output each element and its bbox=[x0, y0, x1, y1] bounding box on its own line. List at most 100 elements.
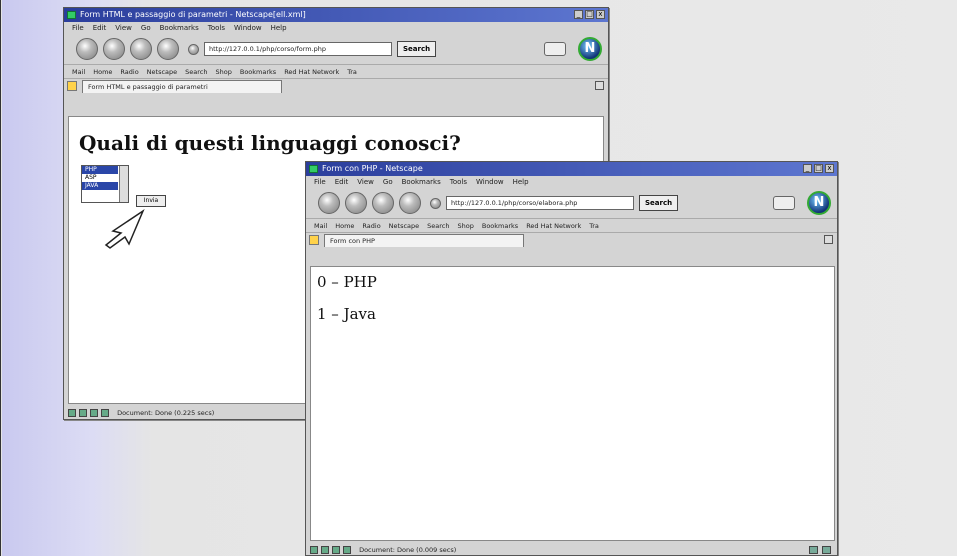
menu-go[interactable]: Go bbox=[383, 176, 393, 188]
menu-tools[interactable]: Tools bbox=[208, 22, 225, 34]
bookmark-home[interactable]: Home bbox=[93, 65, 112, 78]
bookmark-redhat[interactable]: Red Hat Network bbox=[526, 219, 581, 232]
language-listbox[interactable]: PHP ASP JAVA bbox=[81, 165, 129, 203]
bookmark-redhat[interactable]: Red Hat Network bbox=[284, 65, 339, 78]
window-title: Form con PHP - Netscape bbox=[322, 164, 423, 173]
bookmark-tra[interactable]: Tra bbox=[589, 219, 599, 232]
menu-bar: File Edit View Go Bookmarks Tools Window… bbox=[306, 176, 837, 188]
print-icon[interactable] bbox=[544, 42, 566, 56]
navigator-icon[interactable] bbox=[68, 409, 76, 417]
listbox-option-php[interactable]: PHP bbox=[82, 166, 118, 174]
back-icon[interactable] bbox=[318, 192, 340, 214]
menu-go[interactable]: Go bbox=[141, 22, 151, 34]
url-go-icon[interactable] bbox=[430, 197, 441, 209]
bookmark-bookmarks[interactable]: Bookmarks bbox=[240, 65, 276, 78]
bookmark-netscape[interactable]: Netscape bbox=[147, 65, 177, 78]
navigator-icon[interactable] bbox=[310, 546, 318, 554]
url-input[interactable]: http://127.0.0.1/php/corso/elabora.php bbox=[446, 196, 634, 210]
status-icons bbox=[68, 409, 109, 417]
mail-icon[interactable] bbox=[321, 546, 329, 554]
menu-view[interactable]: View bbox=[357, 176, 374, 188]
menu-file[interactable]: File bbox=[72, 22, 84, 34]
window-titlebar[interactable]: Form con PHP - Netscape _ □ x bbox=[306, 162, 837, 176]
minimize-icon[interactable]: _ bbox=[803, 164, 812, 173]
bookmark-tra[interactable]: Tra bbox=[347, 65, 357, 78]
tab-form-php[interactable]: Form con PHP bbox=[324, 234, 524, 247]
bookmark-shop[interactable]: Shop bbox=[458, 219, 474, 232]
menu-bookmarks[interactable]: Bookmarks bbox=[402, 176, 441, 188]
tab-close-icon[interactable] bbox=[595, 81, 604, 90]
bookmark-mail[interactable]: Mail bbox=[314, 219, 327, 232]
menu-window[interactable]: Window bbox=[234, 22, 262, 34]
bookmark-home[interactable]: Home bbox=[335, 219, 354, 232]
submit-button[interactable]: Invia bbox=[136, 195, 166, 207]
tab-form-html[interactable]: Form HTML e passaggio di parametri bbox=[82, 80, 282, 93]
bookmark-search[interactable]: Search bbox=[427, 219, 449, 232]
bookmark-shop[interactable]: Shop bbox=[216, 65, 232, 78]
window-controls: _ □ x bbox=[803, 164, 834, 173]
status-text: Document: Done (0.225 secs) bbox=[117, 409, 215, 417]
bookmark-search[interactable]: Search bbox=[185, 65, 207, 78]
stop-icon[interactable] bbox=[399, 192, 421, 214]
menu-bookmarks[interactable]: Bookmarks bbox=[160, 22, 199, 34]
menu-edit[interactable]: Edit bbox=[93, 22, 107, 34]
composer-icon[interactable] bbox=[90, 409, 98, 417]
menu-file[interactable]: File bbox=[314, 176, 326, 188]
listbox-scrollbar[interactable] bbox=[119, 166, 128, 202]
bookmark-mail[interactable]: Mail bbox=[72, 65, 85, 78]
connection-icon[interactable] bbox=[809, 546, 818, 554]
status-text: Document: Done (0.009 secs) bbox=[359, 546, 457, 554]
status-bar: Document: Done (0.009 secs) bbox=[306, 543, 837, 555]
personal-toolbar: Mail Home Radio Netscape Search Shop Boo… bbox=[64, 64, 608, 78]
minimize-icon[interactable]: _ bbox=[574, 10, 583, 19]
menu-view[interactable]: View bbox=[115, 22, 132, 34]
menu-tools[interactable]: Tools bbox=[450, 176, 467, 188]
close-icon[interactable]: x bbox=[596, 10, 605, 19]
navigation-toolbar: http://127.0.0.1/php/corso/form.php Sear… bbox=[64, 34, 608, 64]
stop-icon[interactable] bbox=[157, 38, 179, 60]
window-app-icon bbox=[309, 165, 318, 173]
tab-bar: Form HTML e passaggio di parametri bbox=[64, 78, 608, 93]
bookmark-radio[interactable]: Radio bbox=[120, 65, 138, 78]
navigation-toolbar: http://127.0.0.1/php/corso/elabora.php S… bbox=[306, 188, 837, 218]
menu-help[interactable]: Help bbox=[513, 176, 529, 188]
search-button[interactable]: Search bbox=[639, 195, 679, 211]
maximize-icon[interactable]: □ bbox=[814, 164, 823, 173]
tab-close-icon[interactable] bbox=[824, 235, 833, 244]
listbox-option-asp[interactable]: ASP bbox=[82, 174, 118, 182]
reload-icon[interactable] bbox=[130, 38, 152, 60]
mail-icon[interactable] bbox=[79, 409, 87, 417]
back-icon[interactable] bbox=[76, 38, 98, 60]
url-go-icon[interactable] bbox=[188, 43, 199, 55]
menu-edit[interactable]: Edit bbox=[335, 176, 349, 188]
window-titlebar[interactable]: Form HTML e passaggio di parametri - Net… bbox=[64, 8, 608, 22]
window-controls: _ □ x bbox=[574, 10, 605, 19]
page-content: 0 – PHP 1 – Java bbox=[310, 266, 835, 541]
maximize-icon[interactable]: □ bbox=[585, 10, 594, 19]
search-button[interactable]: Search bbox=[397, 41, 437, 57]
listbox-option-java[interactable]: JAVA bbox=[82, 182, 118, 190]
addressbook-icon[interactable] bbox=[101, 409, 109, 417]
bookmark-netscape[interactable]: Netscape bbox=[389, 219, 419, 232]
reload-icon[interactable] bbox=[372, 192, 394, 214]
print-icon[interactable] bbox=[773, 196, 795, 210]
status-icons bbox=[310, 546, 351, 554]
bookmark-radio[interactable]: Radio bbox=[362, 219, 380, 232]
personal-toolbar: Mail Home Radio Netscape Search Shop Boo… bbox=[306, 218, 837, 232]
netscape-n-icon[interactable]: N bbox=[807, 191, 831, 215]
menu-bar: File Edit View Go Bookmarks Tools Window… bbox=[64, 22, 608, 34]
new-tab-icon[interactable] bbox=[309, 235, 319, 245]
new-tab-icon[interactable] bbox=[67, 81, 77, 91]
composer-icon[interactable] bbox=[332, 546, 340, 554]
hand-pointer-cursor-icon bbox=[104, 209, 145, 249]
menu-help[interactable]: Help bbox=[271, 22, 287, 34]
forward-icon[interactable] bbox=[103, 38, 125, 60]
bookmark-bookmarks[interactable]: Bookmarks bbox=[482, 219, 518, 232]
close-icon[interactable]: x bbox=[825, 164, 834, 173]
netscape-n-icon[interactable]: N bbox=[578, 37, 602, 61]
menu-window[interactable]: Window bbox=[476, 176, 504, 188]
forward-icon[interactable] bbox=[345, 192, 367, 214]
url-input[interactable]: http://127.0.0.1/php/corso/form.php bbox=[204, 42, 392, 56]
security-icon[interactable] bbox=[822, 546, 831, 554]
addressbook-icon[interactable] bbox=[343, 546, 351, 554]
